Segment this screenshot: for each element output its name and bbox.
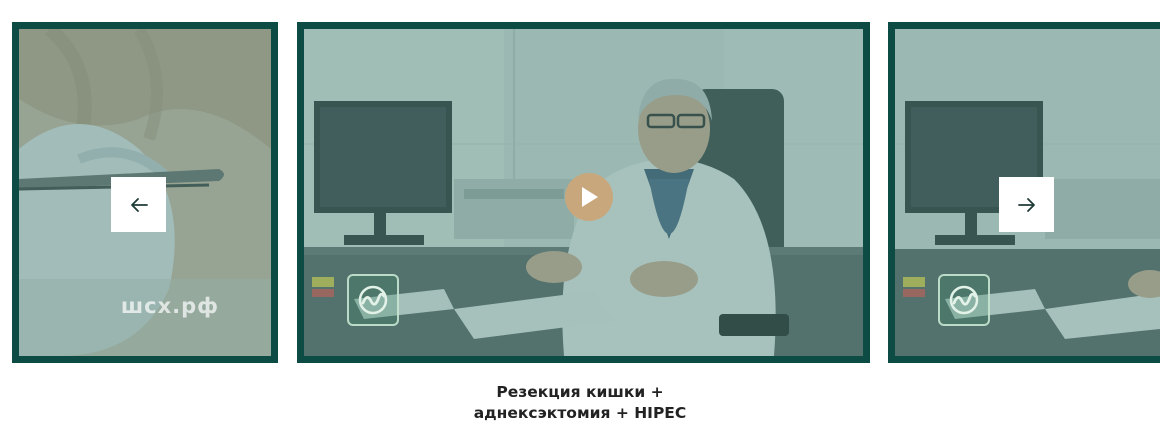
carousel-prev-button[interactable] [111,177,166,232]
clinic-logo-icon [347,274,399,326]
carousel-next-button[interactable] [999,177,1054,232]
caption-line-2: аднексэктомия + HIPEC [473,404,687,422]
arrow-left-icon [130,197,148,212]
play-icon [582,187,598,207]
clinic-logo-icon [938,274,990,326]
caption-line-1: Резекция кишки + [496,383,664,401]
video-caption: Резекция кишки + аднексэктомия + HIPEC [0,382,1160,424]
video-slide-active[interactable] [297,22,870,363]
play-button[interactable] [565,173,613,221]
watermark-text: шсх.рф [120,294,219,318]
arrow-right-icon [1017,197,1035,212]
